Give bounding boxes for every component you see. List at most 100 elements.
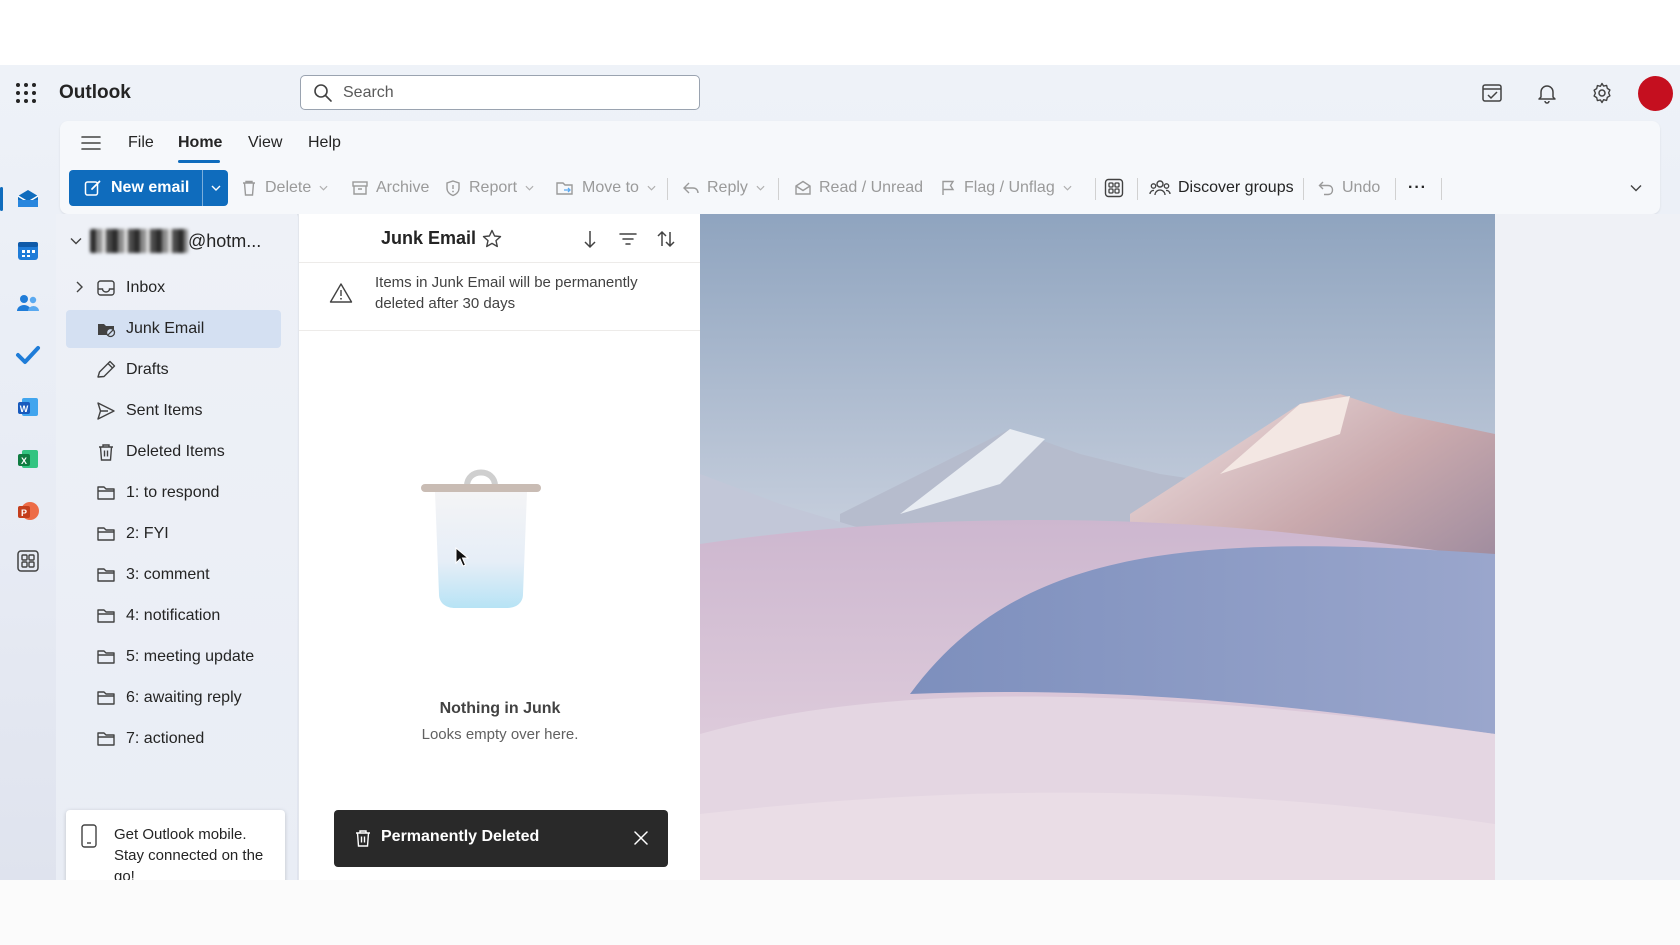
- more-options-button[interactable]: ···: [1408, 176, 1427, 200]
- favorite-star-icon[interactable]: [481, 228, 503, 250]
- excel-app-icon[interactable]: X: [14, 445, 42, 473]
- account-avatar[interactable]: [1638, 76, 1673, 111]
- sort-icon[interactable]: [655, 228, 677, 250]
- folder-pane: @hotm... Inbox Junk Email Drafts Sent It…: [56, 214, 297, 880]
- tab-view[interactable]: View: [248, 134, 282, 152]
- folder-6-awaiting-reply[interactable]: 6: awaiting reply: [66, 679, 281, 717]
- move-folder-icon: [556, 182, 573, 195]
- settings-gear-icon[interactable]: [1590, 81, 1614, 105]
- new-email-dropdown[interactable]: [203, 185, 228, 191]
- mobile-promo-text: Get Outlook mobile. Stay connected on th…: [114, 826, 264, 880]
- delete-button[interactable]: Delete: [240, 176, 328, 200]
- get-outlook-mobile-card[interactable]: Get Outlook mobile. Stay connected on th…: [66, 810, 285, 880]
- rail-active-indicator: [0, 187, 3, 211]
- folder-junk-email[interactable]: Junk Email: [66, 310, 281, 348]
- flag-icon: [942, 180, 955, 195]
- archive-button[interactable]: Archive: [351, 176, 429, 200]
- empty-bin-illustration: [421, 469, 541, 608]
- powerpoint-app-icon[interactable]: P: [14, 497, 42, 525]
- folder-2-fyi[interactable]: 2: FYI: [66, 515, 281, 553]
- folder-label: Junk Email: [126, 320, 205, 337]
- search-input[interactable]: [341, 82, 685, 103]
- empty-state-title: Nothing in Junk: [439, 700, 561, 717]
- folder-5-meeting-update[interactable]: 5: meeting update: [66, 638, 281, 676]
- todo-app-icon[interactable]: [14, 341, 42, 369]
- inbox-icon: [97, 280, 115, 296]
- move-to-button[interactable]: Move to: [555, 176, 656, 200]
- search-box[interactable]: [300, 75, 700, 110]
- reply-button[interactable]: Reply: [682, 176, 765, 200]
- hamburger-menu-icon[interactable]: [80, 133, 102, 153]
- reading-pane: [700, 214, 1495, 880]
- message-list-header: Junk Email: [299, 214, 701, 263]
- top-bar: Outlook: [0, 65, 1680, 121]
- more-apps-icon[interactable]: [14, 547, 42, 575]
- toast-message: Permanently Deleted: [381, 828, 540, 845]
- folder-title: Junk Email: [381, 228, 477, 248]
- trash-icon: [356, 830, 370, 847]
- report-label: Report: [469, 179, 518, 196]
- people-app-icon[interactable]: [14, 289, 42, 317]
- flag-unflag-button[interactable]: Flag / Unflag: [939, 176, 1072, 200]
- calendar-app-icon[interactable]: [14, 237, 42, 265]
- filter-icon[interactable]: [617, 228, 639, 250]
- folder-label: Drafts: [126, 361, 169, 378]
- folder-icon: [97, 486, 115, 500]
- folder-label: Sent Items: [126, 402, 203, 419]
- account-email: @hotm...: [188, 230, 262, 251]
- empty-state-subtitle: Looks empty over here.: [421, 726, 579, 743]
- discover-groups-button[interactable]: Discover groups: [1149, 176, 1294, 200]
- undo-button[interactable]: Undo: [1317, 176, 1380, 200]
- sort-descending-icon[interactable]: [579, 228, 601, 250]
- junk-icon: [98, 324, 116, 338]
- trash-icon: [99, 444, 113, 461]
- warning-text: Items in Junk Email will be permanently …: [375, 274, 638, 312]
- folder-label: 5: meeting update: [126, 648, 255, 665]
- send-icon: [97, 402, 115, 420]
- apps-grid-button[interactable]: [1104, 176, 1131, 200]
- folder-label: 2: FYI: [126, 525, 169, 542]
- account-header[interactable]: @hotm...: [70, 228, 261, 254]
- tab-help[interactable]: Help: [308, 134, 341, 152]
- landscape-background-image: [700, 214, 1495, 880]
- flag-unflag-label: Flag / Unflag: [964, 179, 1055, 196]
- word-app-icon[interactable]: W: [14, 393, 42, 421]
- tab-home[interactable]: Home: [178, 134, 222, 152]
- report-button[interactable]: Report: [444, 176, 534, 200]
- compose-icon: [84, 180, 101, 196]
- reply-label: Reply: [707, 179, 748, 196]
- chevron-down-icon: [1063, 185, 1072, 191]
- notifications-bell-icon[interactable]: [1535, 81, 1559, 105]
- folder-3-comment[interactable]: 3: comment: [66, 556, 281, 594]
- folder-icon: [97, 691, 115, 705]
- mail-app-icon[interactable]: [14, 185, 42, 213]
- command-bar: New email Delete Archive Report Move to …: [60, 165, 1660, 210]
- chevron-right-icon[interactable]: [72, 280, 86, 294]
- folder-deleted-items[interactable]: Deleted Items: [66, 433, 281, 471]
- apps-grid-icon: [1104, 178, 1124, 198]
- folder-label: 6: awaiting reply: [126, 689, 242, 706]
- mouse-pointer-icon: [455, 547, 469, 567]
- new-email-button[interactable]: New email: [69, 170, 228, 206]
- folder-1-to-respond[interactable]: 1: to respond: [66, 474, 281, 512]
- my-day-icon[interactable]: [1480, 81, 1504, 105]
- envelope-open-icon: [795, 180, 811, 195]
- undo-label: Undo: [1342, 179, 1381, 196]
- read-unread-button[interactable]: Read / Unread: [794, 176, 923, 200]
- svg-text:W: W: [20, 404, 29, 414]
- svg-text:P: P: [21, 508, 27, 518]
- expand-ribbon-button[interactable]: [1630, 176, 1649, 200]
- permanently-deleted-toast: Permanently Deleted: [334, 810, 668, 867]
- app-title: Outlook: [59, 82, 131, 103]
- app-launcher-icon[interactable]: [14, 81, 38, 105]
- folder-inbox[interactable]: Inbox: [66, 269, 281, 307]
- ribbon-separator: [1441, 178, 1442, 200]
- close-icon[interactable]: [632, 829, 650, 847]
- folder-sent-items[interactable]: Sent Items: [66, 392, 281, 430]
- folder-4-notification[interactable]: 4: notification: [66, 597, 281, 635]
- tab-file[interactable]: File: [128, 134, 154, 152]
- new-email-main[interactable]: New email: [69, 170, 202, 206]
- folder-drafts[interactable]: Drafts: [66, 351, 281, 389]
- mobile-phone-icon: [81, 824, 97, 848]
- folder-7-actioned[interactable]: 7: actioned: [66, 720, 281, 758]
